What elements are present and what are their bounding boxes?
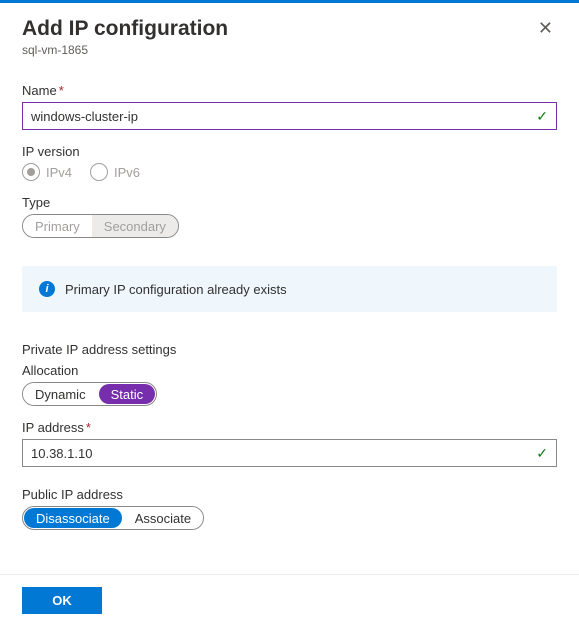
info-box: i Primary IP configuration already exist… [22, 266, 557, 312]
type-field: Type Primary Secondary [22, 195, 557, 238]
panel-subtitle: sql-vm-1865 [22, 43, 228, 57]
name-input-wrap[interactable]: ✓ [22, 102, 557, 130]
info-icon: i [39, 281, 55, 297]
required-indicator: * [86, 420, 91, 435]
name-label: Name* [22, 83, 557, 98]
ip-version-label: IP version [22, 144, 557, 159]
allocation-static[interactable]: Static [99, 384, 156, 404]
public-ip-disassociate[interactable]: Disassociate [24, 508, 122, 528]
private-ip-section-title: Private IP address settings [22, 342, 557, 357]
ip-version-field: IP version IPv4 IPv6 [22, 144, 557, 181]
public-ip-associate[interactable]: Associate [123, 507, 203, 529]
footer: OK [0, 574, 579, 626]
allocation-toggle[interactable]: Dynamic Static [22, 382, 157, 406]
allocation-label: Allocation [22, 363, 557, 378]
check-icon: ✓ [536, 446, 548, 460]
name-input[interactable] [31, 109, 528, 124]
ip-address-input[interactable] [31, 446, 528, 461]
ok-button[interactable]: OK [22, 587, 102, 614]
type-toggle: Primary Secondary [22, 214, 179, 238]
ip-address-label: IP address* [22, 420, 557, 435]
public-ip-label: Public IP address [22, 487, 557, 502]
ipv6-radio: IPv6 [90, 163, 140, 181]
type-primary: Primary [23, 215, 92, 237]
panel-title: Add IP configuration [22, 17, 228, 41]
radio-icon [90, 163, 108, 181]
check-icon: ✓ [536, 109, 548, 123]
close-icon[interactable]: ✕ [534, 17, 557, 39]
allocation-field: Allocation Dynamic Static [22, 363, 557, 406]
ip-address-field: IP address* ✓ [22, 420, 557, 467]
panel-header: Add IP configuration sql-vm-1865 ✕ [22, 17, 557, 57]
ip-address-input-wrap[interactable]: ✓ [22, 439, 557, 467]
radio-icon [22, 163, 40, 181]
ipv4-radio: IPv4 [22, 163, 72, 181]
public-ip-field: Public IP address Disassociate Associate [22, 487, 557, 530]
type-secondary: Secondary [92, 215, 178, 237]
info-message: Primary IP configuration already exists [65, 282, 287, 297]
public-ip-toggle[interactable]: Disassociate Associate [22, 506, 204, 530]
allocation-dynamic[interactable]: Dynamic [23, 383, 98, 405]
type-label: Type [22, 195, 557, 210]
name-field: Name* ✓ [22, 83, 557, 130]
required-indicator: * [59, 83, 64, 98]
